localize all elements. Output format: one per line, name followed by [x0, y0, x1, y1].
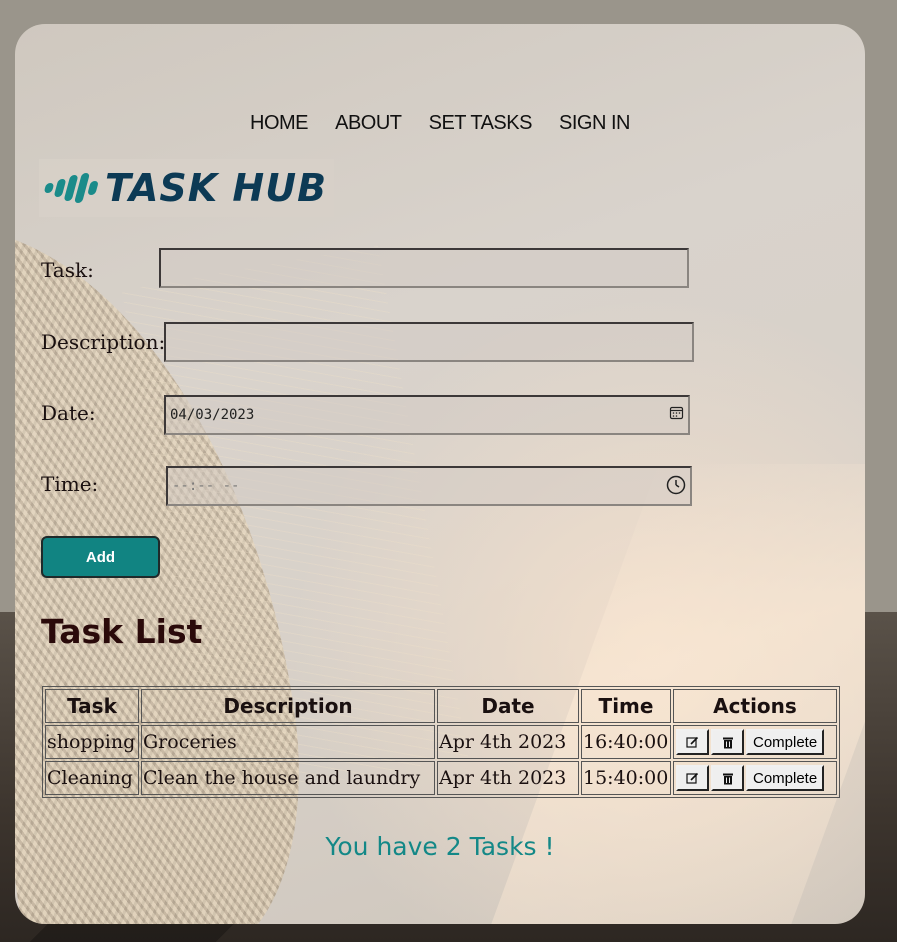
trash-icon[interactable] — [711, 729, 744, 755]
cell-actions: Complete — [673, 761, 837, 795]
cell-time: 15:40:00 — [581, 761, 671, 795]
cell-task: Cleaning — [45, 761, 139, 795]
time-label: Time: — [41, 472, 99, 496]
cell-description: Clean the house and laundry — [141, 761, 435, 795]
cell-date: Apr 4th 2023 — [437, 725, 579, 759]
complete-button[interactable]: Complete — [746, 765, 825, 791]
calendar-icon[interactable] — [669, 405, 684, 424]
task-list-title: Task List — [41, 612, 203, 651]
date-label: Date: — [41, 401, 96, 425]
description-label: Description: — [41, 330, 166, 354]
table-row: Cleaning Clean the house and laundry Apr… — [45, 761, 837, 795]
nav-home[interactable]: HOME — [250, 112, 309, 135]
table-row: shopping Groceries Apr 4th 2023 16:40:00… — [45, 725, 837, 759]
date-field[interactable] — [164, 395, 690, 435]
trash-icon[interactable] — [711, 765, 744, 791]
task-count-summary: You have 2 Tasks ! — [325, 832, 555, 861]
task-table: Task Description Date Time Actions shopp… — [42, 686, 840, 798]
date-input[interactable] — [164, 395, 690, 435]
logo-bars-icon — [43, 173, 99, 203]
cell-actions: Complete — [673, 725, 837, 759]
task-input[interactable] — [159, 248, 689, 288]
task-hub-logo: TASK HUB — [39, 159, 334, 217]
header-date: Date — [437, 689, 579, 723]
header-task: Task — [45, 689, 139, 723]
add-button[interactable]: Add — [41, 536, 160, 578]
clock-icon[interactable] — [666, 475, 686, 499]
cell-date: Apr 4th 2023 — [437, 761, 579, 795]
time-field[interactable] — [166, 466, 692, 506]
edit-icon[interactable] — [676, 729, 709, 755]
cell-time: 16:40:00 — [581, 725, 671, 759]
header-description: Description — [141, 689, 435, 723]
edit-icon[interactable] — [676, 765, 709, 791]
cell-description: Groceries — [141, 725, 435, 759]
header-actions: Actions — [673, 689, 837, 723]
nav-set-tasks[interactable]: SET TASKS — [429, 112, 533, 135]
header-time: Time — [581, 689, 671, 723]
top-nav: HOME ABOUT SET TASKS SIGN IN — [15, 112, 865, 135]
nav-sign-in[interactable]: SIGN IN — [559, 112, 630, 135]
complete-button[interactable]: Complete — [746, 729, 825, 755]
table-header-row: Task Description Date Time Actions — [45, 689, 837, 723]
description-input[interactable] — [164, 322, 694, 362]
main-card: HOME ABOUT SET TASKS SIGN IN TASK HUB Ta… — [15, 24, 865, 924]
nav-about[interactable]: ABOUT — [335, 112, 402, 135]
cell-task: shopping — [45, 725, 139, 759]
logo-text: TASK HUB — [105, 166, 328, 210]
time-input[interactable] — [166, 466, 692, 506]
task-label: Task: — [41, 258, 94, 282]
